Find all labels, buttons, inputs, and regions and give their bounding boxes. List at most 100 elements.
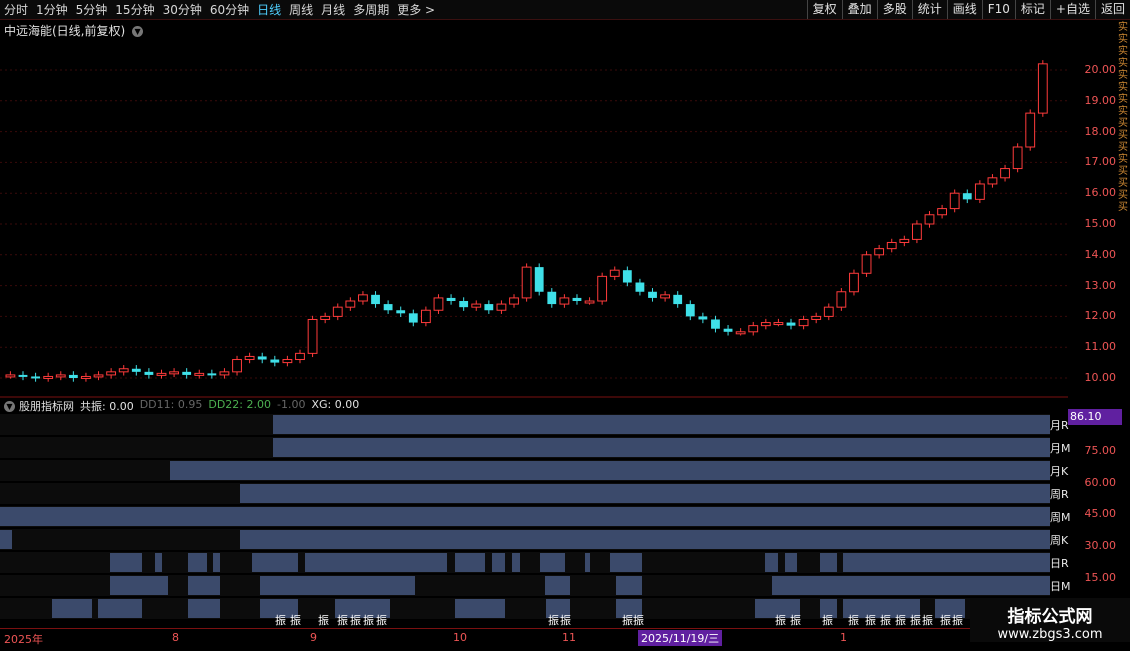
candle-body <box>5 374 16 378</box>
watermark-logo: 指标公式网 www.zbgs3.com <box>970 598 1130 642</box>
indicator-bar <box>305 553 447 572</box>
candle-body <box>232 359 242 373</box>
candle-body <box>207 373 217 376</box>
tool-button-3[interactable]: 统计 <box>911 0 947 19</box>
candle-body <box>735 331 746 335</box>
candle-body <box>962 193 972 200</box>
indicator-bar <box>252 553 298 572</box>
candle-body <box>81 375 91 379</box>
chevron-down-icon[interactable]: ▼ <box>4 400 15 412</box>
indicator-bar <box>585 553 590 572</box>
date-label: 2025年 <box>4 633 43 646</box>
period-tab-7[interactable]: 周线 <box>285 1 317 18</box>
resonance-marker: 振 <box>775 613 786 626</box>
period-tab-2[interactable]: 5分钟 <box>72 1 112 18</box>
candle-body <box>371 294 380 305</box>
tool-button-5[interactable]: F10 <box>981 0 1015 19</box>
candle-body <box>597 275 608 302</box>
indicator-bar <box>492 553 505 572</box>
indicator-bar <box>213 553 220 572</box>
resonance-marker: 振 <box>363 613 374 626</box>
indicator-value-1: DD11: 0.95 <box>139 398 203 411</box>
resonance-marker: 振 <box>622 613 633 626</box>
tool-button-2[interactable]: 多股 <box>876 0 912 19</box>
candle-body <box>849 272 859 293</box>
indicator-bar <box>610 553 642 572</box>
row-label: 周R <box>1050 488 1069 501</box>
tool-button-1[interactable]: 叠加 <box>841 0 877 19</box>
candle-body <box>748 325 759 333</box>
candle-body <box>509 297 519 305</box>
period-tab-8[interactable]: 月线 <box>317 1 349 18</box>
tool-button-6[interactable]: 标记 <box>1014 0 1050 19</box>
resonance-marker: 振 <box>633 613 644 626</box>
tool-button-0[interactable]: 复权 <box>806 0 842 19</box>
candle-body <box>899 238 910 243</box>
indicator-bar <box>188 553 207 572</box>
row-label: 月K <box>1050 465 1069 478</box>
watermark-title: 指标公式网 <box>1007 607 1093 627</box>
indicator-bar <box>188 576 220 595</box>
tool-button-7[interactable]: +自选 <box>1049 0 1095 19</box>
candle-body <box>144 371 154 375</box>
indicator-value-3: -1.00 <box>276 398 306 411</box>
period-tab-0[interactable]: 分时 <box>0 1 32 18</box>
resonance-marker: 振 <box>337 613 348 626</box>
candle-body <box>572 297 582 301</box>
indicator-name[interactable]: 股朋指标网 <box>19 398 74 414</box>
candle-body <box>937 208 948 216</box>
indicator-bar <box>843 553 1050 572</box>
candle-body <box>559 297 570 305</box>
period-tab-6[interactable]: 日线 <box>253 1 285 18</box>
indicator-bar <box>455 553 485 572</box>
candle-body <box>446 297 456 301</box>
candle-body <box>383 304 393 311</box>
row-label: 周K <box>1050 534 1069 547</box>
candle-body <box>31 376 40 379</box>
indicator-tick: 75.00 <box>1084 444 1117 457</box>
period-tab-1[interactable]: 1分钟 <box>32 1 72 18</box>
indicator-bar <box>512 553 520 572</box>
candle-body <box>118 368 129 373</box>
indicator-header: ▼ 股朋指标网 共振: 0.00 DD11: 0.95 DD22: 2.00 -1.0… <box>0 398 1068 414</box>
indicator-bar <box>772 576 1050 595</box>
tool-button-8[interactable]: 返回 <box>1094 0 1130 19</box>
date-axis: 2025/11/19/三 2025年 8 9 10 11 1 <box>0 628 1130 651</box>
indicator-tick: 15.00 <box>1084 570 1117 584</box>
candle-body <box>257 356 267 360</box>
resonance-marker: 振 <box>275 613 286 626</box>
indicator-bar <box>273 438 1050 457</box>
candle-body <box>823 306 834 317</box>
period-tab-9[interactable]: 多周期 <box>349 1 393 18</box>
candlestick-chart[interactable] <box>0 20 1068 398</box>
price-tick: 14.00 <box>1084 247 1117 261</box>
indicator-bar <box>110 576 168 595</box>
resonance-marker: 振 <box>910 613 921 626</box>
price-tick: 19.00 <box>1084 93 1117 107</box>
candle-body <box>836 291 847 308</box>
tool-buttons: 复权 叠加 多股 统计 画线 F10 标记 +自选 返回 <box>806 0 1130 19</box>
period-tab-10[interactable]: 更多 > <box>393 1 439 18</box>
candle-body <box>685 304 695 317</box>
resonance-marker: 振 <box>865 613 876 626</box>
candle-body <box>874 248 885 256</box>
indicator-panel[interactable]: 振振振振振振振振振振振振振振振振振振振振振振 <box>0 414 1050 626</box>
indicator-bar <box>540 553 565 572</box>
price-tick: 15.00 <box>1084 217 1117 230</box>
tool-button-4[interactable]: 画线 <box>946 0 982 19</box>
candle-body <box>798 318 809 327</box>
candle-body <box>131 368 141 372</box>
period-tab-4[interactable]: 30分钟 <box>159 1 206 18</box>
date-label: 8 <box>172 631 179 644</box>
candle-body <box>534 267 544 292</box>
price-tick: 17.00 <box>1084 155 1117 169</box>
indicator-bar <box>240 530 1050 549</box>
indicator-bar <box>240 484 1050 503</box>
candle-body <box>949 192 960 210</box>
period-tab-3[interactable]: 15分钟 <box>111 1 158 18</box>
period-tab-5[interactable]: 60分钟 <box>206 1 253 18</box>
candle-body <box>55 374 66 378</box>
indicator-value-2: DD22: 2.00 <box>208 398 271 411</box>
indicator-bar <box>273 415 1050 434</box>
resonance-marker: 振 <box>922 613 933 626</box>
